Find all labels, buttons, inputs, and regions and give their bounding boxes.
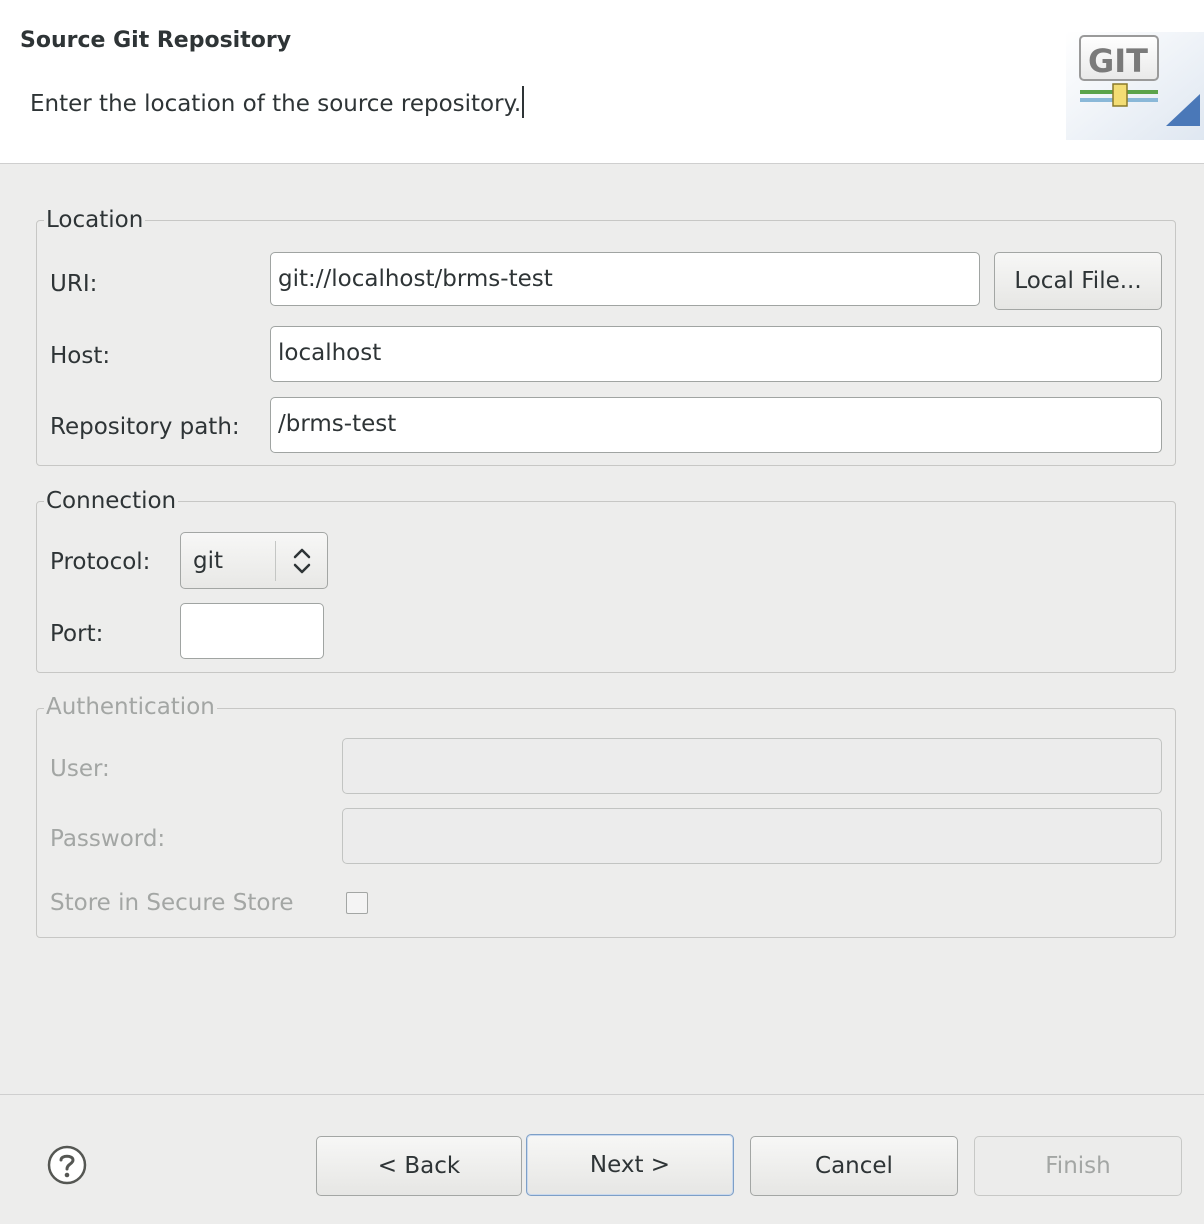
authentication-legend: Authentication — [44, 693, 217, 721]
connection-legend: Connection — [44, 487, 179, 515]
help-icon[interactable] — [46, 1144, 88, 1186]
location-legend: Location — [44, 206, 146, 234]
repository-path-label: Repository path: — [50, 414, 240, 440]
page-description: Enter the location of the source reposit… — [30, 86, 525, 118]
user-input[interactable] — [342, 738, 1162, 794]
protocol-divider — [275, 541, 276, 581]
finish-button[interactable]: Finish — [974, 1136, 1182, 1196]
wizard-header — [0, 0, 1204, 164]
password-label: Password: — [50, 826, 166, 852]
footer-separator — [0, 1094, 1204, 1095]
password-input[interactable] — [342, 808, 1162, 864]
git-logo-icon: GIT — [1066, 32, 1204, 140]
protocol-value: git — [193, 548, 224, 574]
description-text: Enter the location of the source reposit… — [30, 91, 522, 117]
text-cursor — [522, 86, 525, 118]
store-secure-checkbox[interactable] — [346, 892, 368, 914]
user-label: User: — [50, 756, 110, 782]
host-label: Host: — [50, 343, 111, 369]
protocol-select[interactable]: git — [180, 532, 328, 589]
protocol-label: Protocol: — [50, 549, 151, 575]
chevron-up-down-icon — [293, 548, 311, 574]
uri-input[interactable]: git://localhost/brms-test — [270, 252, 980, 306]
port-input[interactable] — [180, 603, 324, 659]
next-button[interactable]: Next > — [526, 1134, 734, 1196]
logo-text: GIT — [1088, 42, 1148, 80]
back-button[interactable]: < Back — [316, 1136, 522, 1196]
store-secure-label: Store in Secure Store — [50, 890, 294, 916]
page-title: Source Git Repository — [20, 28, 292, 53]
port-label: Port: — [50, 621, 104, 647]
local-file-button[interactable]: Local File... — [994, 252, 1162, 310]
host-input[interactable]: localhost — [270, 326, 1162, 382]
uri-label: URI: — [50, 271, 98, 297]
cancel-button[interactable]: Cancel — [750, 1136, 958, 1196]
repository-path-input[interactable]: /brms-test — [270, 397, 1162, 453]
